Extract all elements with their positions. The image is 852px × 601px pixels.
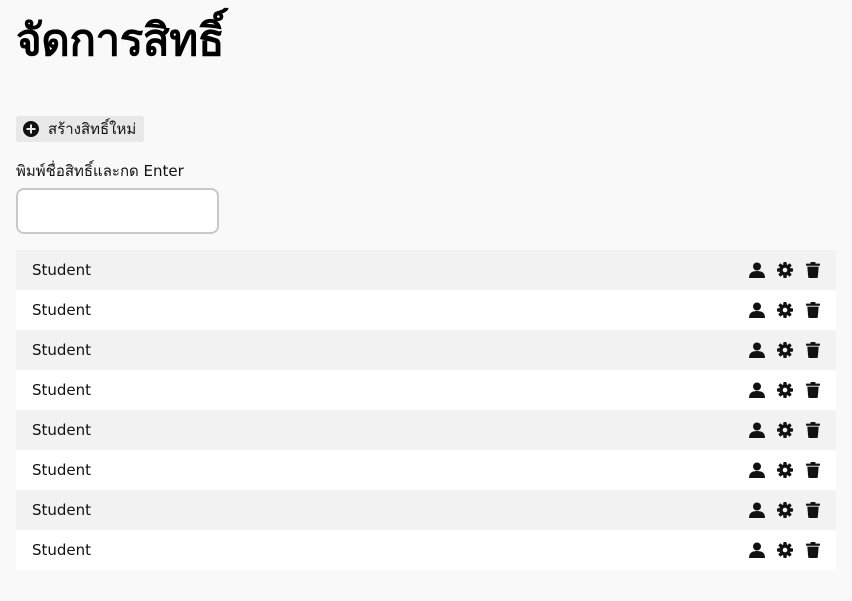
plus-circle-icon [23, 121, 39, 137]
create-permission-button[interactable]: สร้างสิทธิ์ใหม่ [16, 116, 145, 142]
list-item: Student [16, 290, 836, 330]
user-icon[interactable] [748, 541, 766, 559]
row-actions [748, 341, 822, 359]
row-actions [748, 301, 822, 319]
row-actions [748, 381, 822, 399]
user-icon[interactable] [748, 461, 766, 479]
permission-name: Student [32, 341, 92, 359]
gear-icon[interactable] [776, 301, 794, 319]
permission-name: Student [32, 261, 92, 279]
row-actions [748, 501, 822, 519]
row-actions [748, 461, 822, 479]
row-actions [748, 541, 822, 559]
gear-icon[interactable] [776, 341, 794, 359]
gear-icon[interactable] [776, 421, 794, 439]
user-icon[interactable] [748, 301, 766, 319]
trash-icon[interactable] [804, 261, 822, 279]
permission-name: Student [32, 421, 92, 439]
trash-icon[interactable] [804, 341, 822, 359]
permission-list: Student Student Student Student Student … [16, 250, 836, 570]
manage-permissions-page: จัดการสิทธิ์ สร้างสิทธิ์ใหม่ พิมพ์ชื่อสิ… [0, 0, 852, 601]
list-item: Student [16, 450, 836, 490]
list-item: Student [16, 490, 836, 530]
list-item: Student [16, 330, 836, 370]
trash-icon[interactable] [804, 421, 822, 439]
user-icon[interactable] [748, 381, 766, 399]
list-item: Student [16, 370, 836, 410]
permission-name-label: พิมพ์ชื่อสิทธิ์และกด Enter [16, 162, 184, 180]
row-actions [748, 261, 822, 279]
user-icon[interactable] [748, 501, 766, 519]
gear-icon[interactable] [776, 261, 794, 279]
trash-icon[interactable] [804, 381, 822, 399]
trash-icon[interactable] [804, 541, 822, 559]
trash-icon[interactable] [804, 301, 822, 319]
permission-name: Student [32, 501, 92, 519]
permission-name: Student [32, 541, 92, 559]
page-title: จัดการสิทธิ์ [16, 15, 225, 66]
list-item: Student [16, 250, 836, 290]
user-icon[interactable] [748, 421, 766, 439]
permission-name: Student [32, 461, 92, 479]
permission-name: Student [32, 381, 92, 399]
trash-icon[interactable] [804, 501, 822, 519]
user-icon[interactable] [748, 261, 766, 279]
user-icon[interactable] [748, 341, 766, 359]
permission-name: Student [32, 301, 92, 319]
list-item: Student [16, 530, 836, 570]
gear-icon[interactable] [776, 541, 794, 559]
list-item: Student [16, 410, 836, 450]
gear-icon[interactable] [776, 461, 794, 479]
gear-icon[interactable] [776, 381, 794, 399]
trash-icon[interactable] [804, 461, 822, 479]
gear-icon[interactable] [776, 501, 794, 519]
create-permission-label: สร้างสิทธิ์ใหม่ [48, 120, 137, 138]
permission-name-input[interactable] [16, 188, 219, 234]
row-actions [748, 421, 822, 439]
